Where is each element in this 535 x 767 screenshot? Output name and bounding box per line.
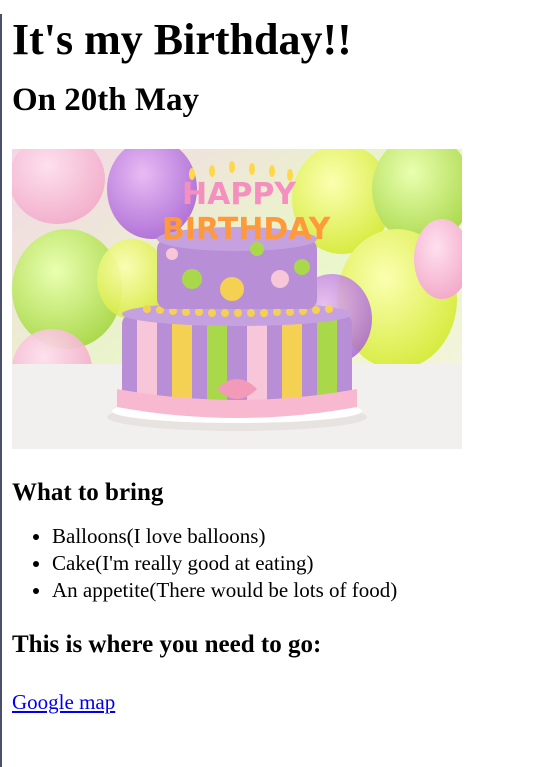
svg-text:BIRTHDAY: BIRTHDAY bbox=[162, 212, 332, 247]
what-to-bring-heading: What to bring bbox=[12, 479, 164, 506]
page-content: It's my Birthday!! On 20th May HAPPY BIR… bbox=[2, 14, 535, 716]
event-date-heading: On 20th May bbox=[12, 82, 200, 118]
list-item: An appetite(There would be lots of food) bbox=[52, 577, 535, 604]
birthday-cake-image: HAPPY BIRTHDAY bbox=[12, 149, 462, 449]
list-item: Balloons(I love balloons) bbox=[52, 523, 535, 550]
directions-heading: This is where you need to go: bbox=[12, 631, 322, 658]
bring-list: Balloons(I love balloons) Cake(I'm reall… bbox=[12, 523, 535, 604]
page-title: It's my Birthday!! bbox=[12, 15, 352, 64]
list-item: Cake(I'm really good at eating) bbox=[52, 550, 535, 577]
google-map-link[interactable]: Google map bbox=[12, 689, 115, 716]
svg-text:HAPPY: HAPPY bbox=[182, 177, 297, 212]
